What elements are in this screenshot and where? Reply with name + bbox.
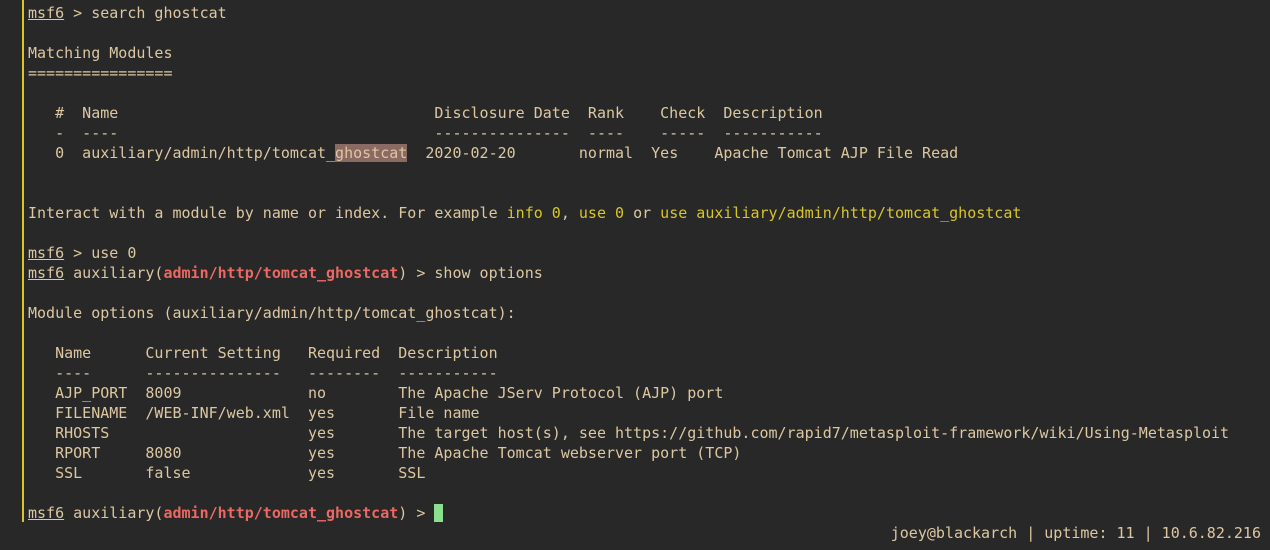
show-options-line: msf6 auxiliary(admin/http/tomcat_ghostca… [28, 263, 543, 283]
search-command-line: msf6 > search ghostcat [28, 3, 227, 23]
matching-modules-title: Matching Modules [28, 44, 173, 62]
search-result-row: 0 auxiliary/admin/http/tomcat_ghostcat 2… [28, 143, 958, 163]
option-row-rport: RPORT 8080 yes The Apache Tomcat webserv… [28, 444, 742, 462]
result-prefix: 0 auxiliary/admin/http/tomcat_ [28, 144, 336, 162]
module-options-title: Module options (auxiliary/admin/http/tom… [28, 304, 516, 322]
module-path: admin/http/tomcat_ghostcat [163, 264, 399, 282]
result-suffix: 2020-02-20 normal Yes Apache Tomcat AJP … [407, 144, 959, 162]
msf-prompt: msf6 [28, 504, 65, 522]
hint-keyword-use: use 0 [578, 204, 625, 222]
search-term-highlight: ghostcat [335, 144, 408, 162]
options-table-header: Name Current Setting Required Descriptio… [28, 344, 498, 362]
hint-text: or [624, 204, 661, 222]
module-path: admin/http/tomcat_ghostcat [163, 504, 399, 522]
option-row-rhosts: RHOSTS yes The target host(s), see https… [28, 424, 1230, 442]
hint-keyword-info: info 0 [506, 204, 561, 222]
msf-prompt: msf6 [28, 264, 65, 282]
aux-close: ) [398, 264, 408, 282]
aux-open: auxiliary( [64, 504, 164, 522]
hint-text: Interact with a module by name or index.… [28, 204, 507, 222]
text-cursor[interactable] [434, 504, 444, 522]
search-table-separator: - ---- --------------- ---- ----- ------… [28, 124, 823, 142]
prompt-tail: > [407, 504, 435, 522]
show-options-command: > show options [407, 264, 543, 282]
hint-text: , [560, 204, 579, 222]
matching-modules-rule: ================ [28, 64, 173, 82]
option-row-ssl: SSL false yes SSL [28, 464, 426, 482]
msf-prompt: msf6 [28, 4, 65, 22]
search-command: > search ghostcat [64, 4, 227, 22]
current-prompt-line[interactable]: msf6 auxiliary(admin/http/tomcat_ghostca… [28, 503, 444, 523]
gutter-bar [22, 0, 24, 522]
option-row-ajp-port: AJP_PORT 8009 no The Apache JServ Protoc… [28, 384, 724, 402]
options-table-separator: ---- --------------- -------- ----------… [28, 364, 498, 382]
search-table-header: # Name Disclosure Date Rank Check Descri… [28, 104, 823, 122]
use-command: > use 0 [64, 244, 137, 262]
aux-open: auxiliary( [64, 264, 164, 282]
aux-close: ) [398, 504, 408, 522]
hint-keyword-use-path: use auxiliary/admin/http/tomcat_ghostcat [660, 204, 1022, 222]
use-command-line: msf6 > use 0 [28, 243, 136, 263]
msf-prompt: msf6 [28, 244, 65, 262]
terminal-window[interactable]: msf6 > search ghostcat Matching Modules … [0, 0, 1270, 550]
status-bar: joey@blackarch | uptime: 11 | 10.6.82.21… [890, 524, 1261, 542]
option-row-filename: FILENAME /WEB-INF/web.xml yes File name [28, 404, 480, 422]
interact-hint: Interact with a module by name or index.… [28, 203, 1021, 223]
